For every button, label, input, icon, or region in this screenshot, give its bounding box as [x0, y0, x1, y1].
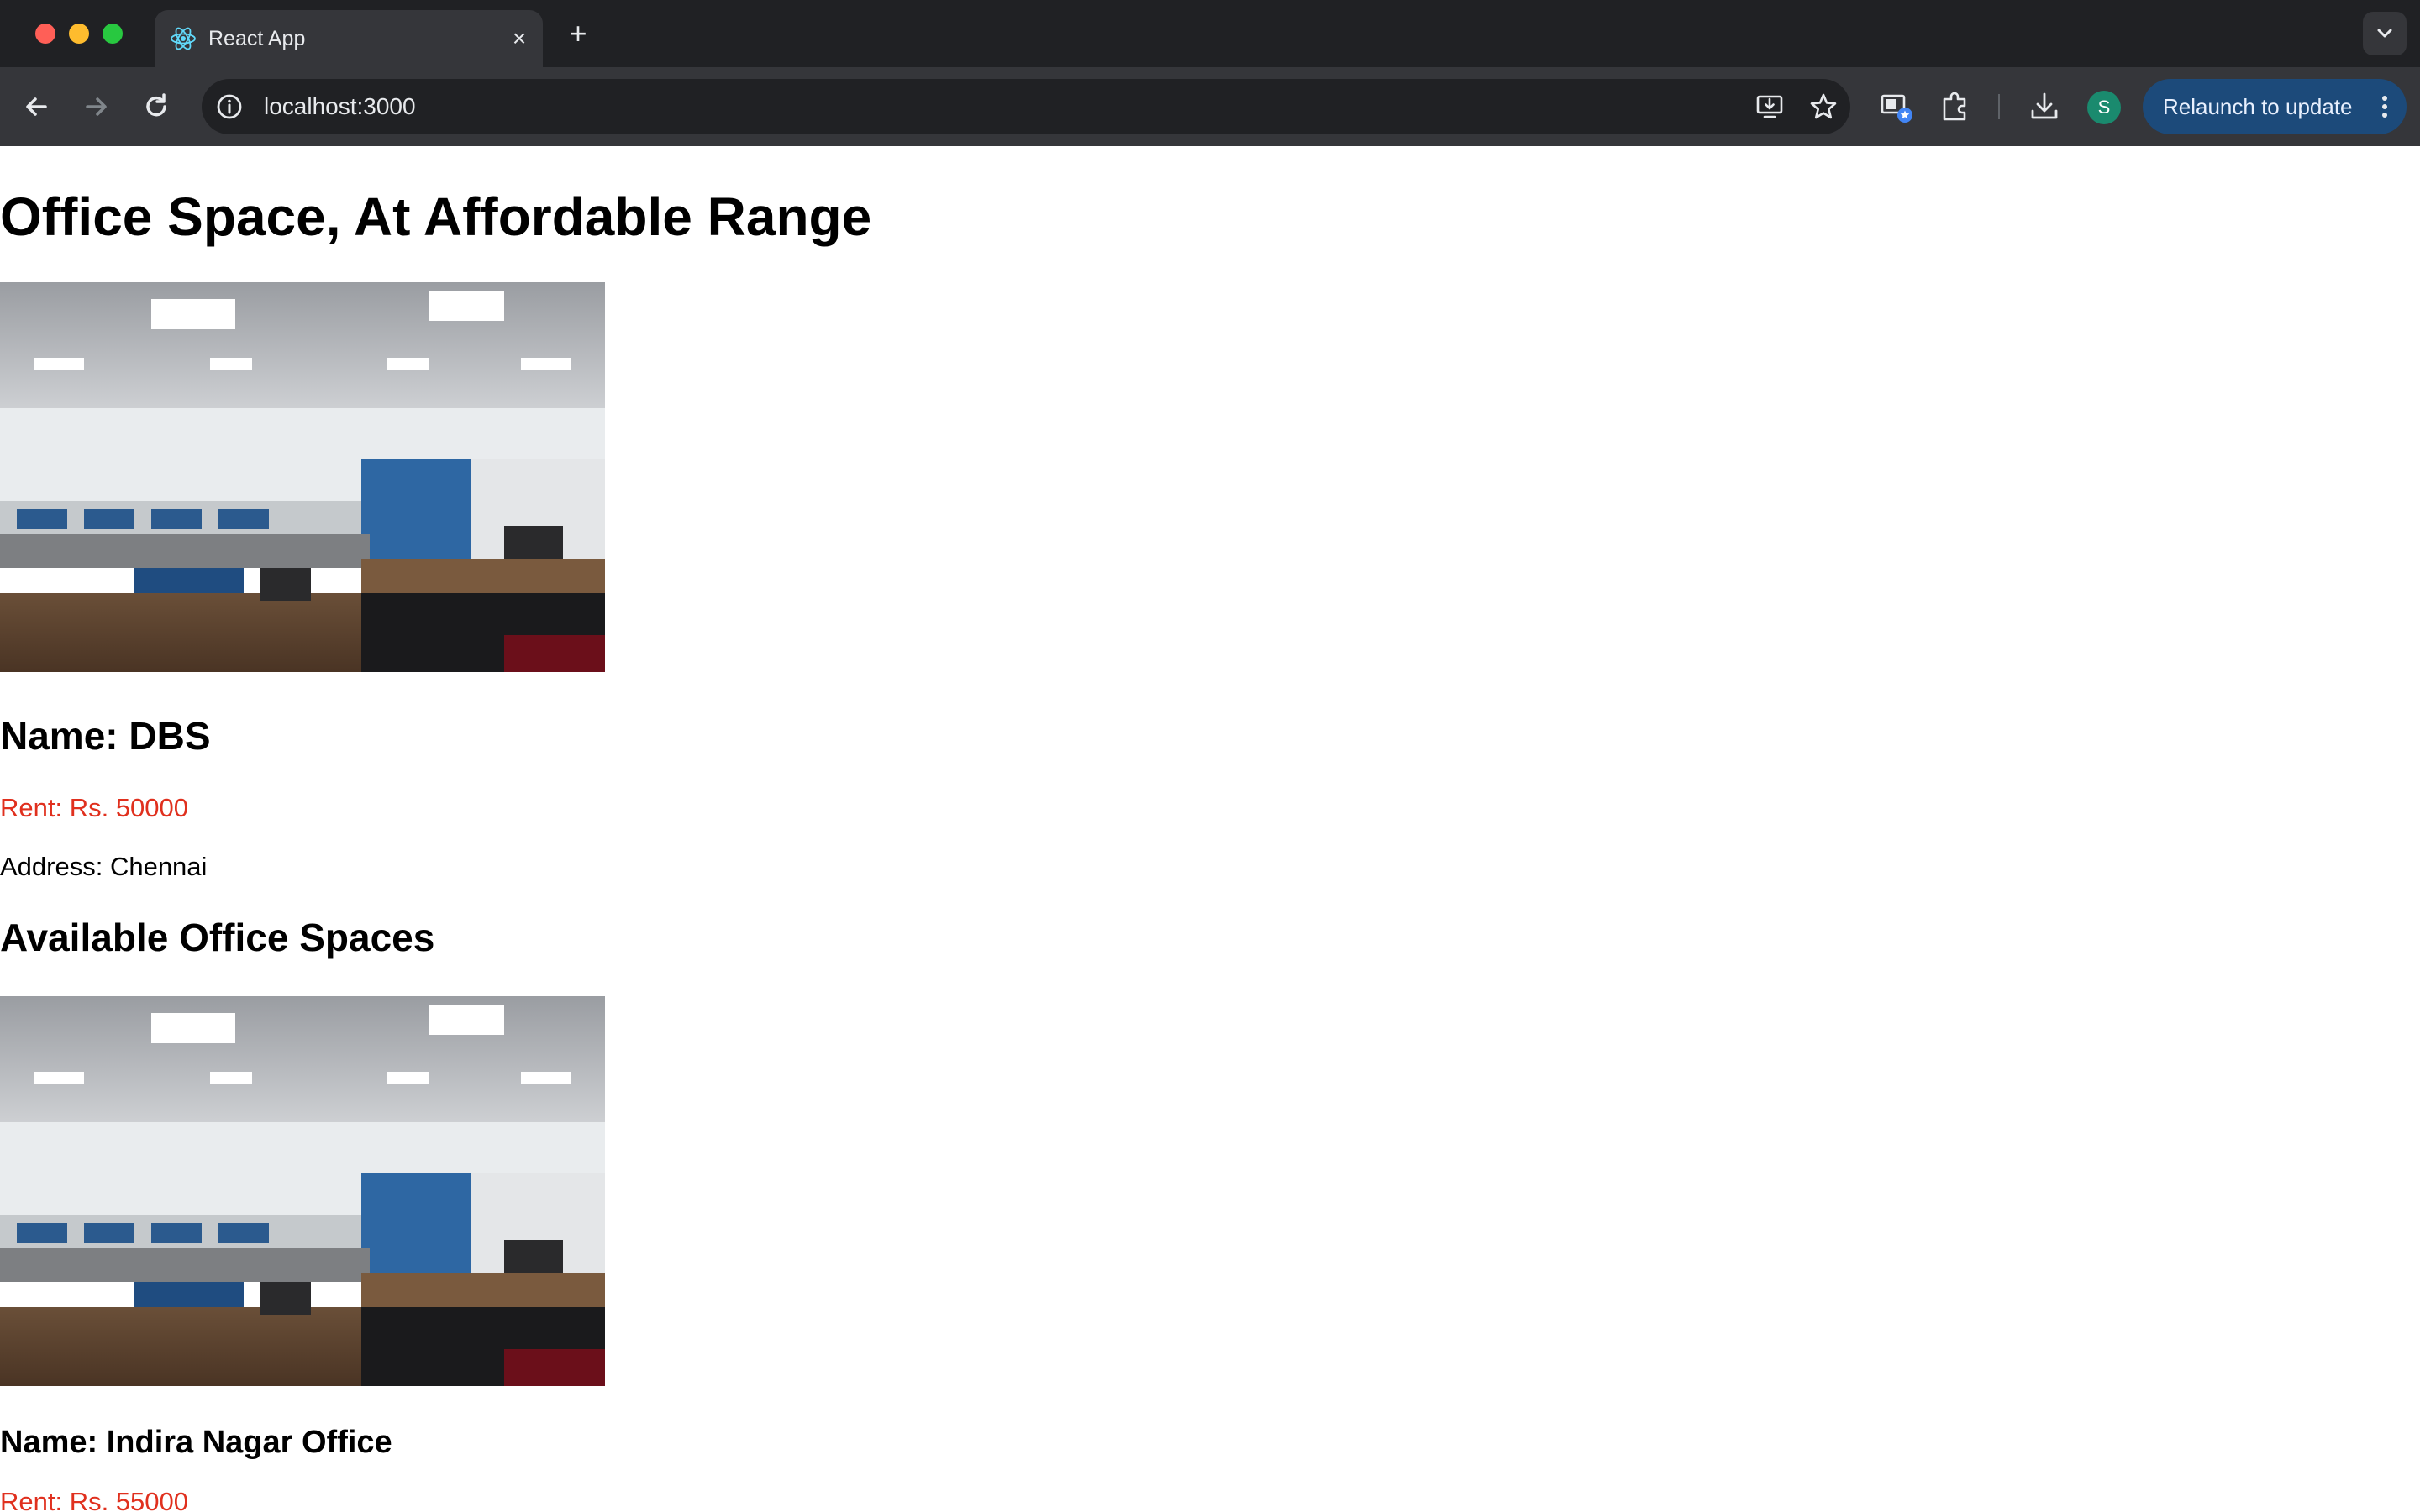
office-photo-drawing — [0, 996, 605, 1386]
react-logo-icon — [171, 27, 196, 50]
browser-chrome: React App × + localhost:3000 S Relaunch … — [0, 0, 2420, 146]
reload-icon[interactable] — [136, 87, 176, 127]
page-content: Office Space, At Affordable Range Name: … — [0, 146, 2420, 1512]
relaunch-to-update-button[interactable]: Relaunch to update — [2143, 79, 2407, 134]
featured-office-address: Address: Chennai — [0, 852, 208, 881]
address-bar[interactable]: localhost:3000 — [202, 79, 1850, 134]
available-spaces-heading: Available Office Spaces — [0, 916, 435, 959]
listing-office-image — [0, 996, 605, 1386]
window-minimize-button[interactable] — [69, 24, 89, 44]
office-photo-drawing — [0, 282, 605, 672]
browser-toolbar: localhost:3000 S Relaunch to update — [0, 67, 2420, 146]
featured-office-image — [0, 282, 605, 672]
page-title: Office Space, At Affordable Range — [0, 186, 872, 247]
forward-arrow-icon[interactable] — [76, 87, 116, 127]
window-maximize-button[interactable] — [103, 24, 123, 44]
close-tab-icon[interactable]: × — [504, 24, 534, 54]
new-tab-button[interactable]: + — [561, 17, 595, 50]
install-app-icon[interactable] — [1754, 92, 1785, 122]
tab-strip: React App × + — [0, 0, 2420, 67]
chevron-down-icon — [2377, 29, 2392, 38]
listing-office-name: Name: Indira Nagar Office — [0, 1425, 392, 1460]
relaunch-label: Relaunch to update — [2163, 94, 2353, 119]
tab-search-button[interactable] — [2363, 12, 2407, 55]
more-vert-icon[interactable] — [2378, 92, 2391, 122]
bookmark-star-icon[interactable] — [1808, 92, 1839, 122]
url-text: localhost:3000 — [264, 93, 416, 119]
profile-avatar[interactable]: S — [2087, 91, 2121, 124]
site-info-icon[interactable] — [213, 91, 245, 123]
featured-office-rent: Rent: Rs. 50000 — [0, 793, 189, 822]
tab-react-app[interactable]: React App × — [155, 10, 543, 67]
tab-title: React App — [208, 27, 306, 50]
toolbar-divider — [1998, 94, 2000, 119]
featured-office-name: Name: DBS — [0, 714, 211, 758]
back-arrow-icon[interactable] — [17, 87, 57, 127]
extensions-puzzle-icon[interactable] — [1938, 89, 1973, 124]
tab-groups-icon[interactable] — [1879, 89, 1914, 124]
downloads-icon[interactable] — [2027, 89, 2062, 124]
listing-office-rent: Rent: Rs. 55000 — [0, 1487, 189, 1512]
window-close-button[interactable] — [35, 24, 55, 44]
